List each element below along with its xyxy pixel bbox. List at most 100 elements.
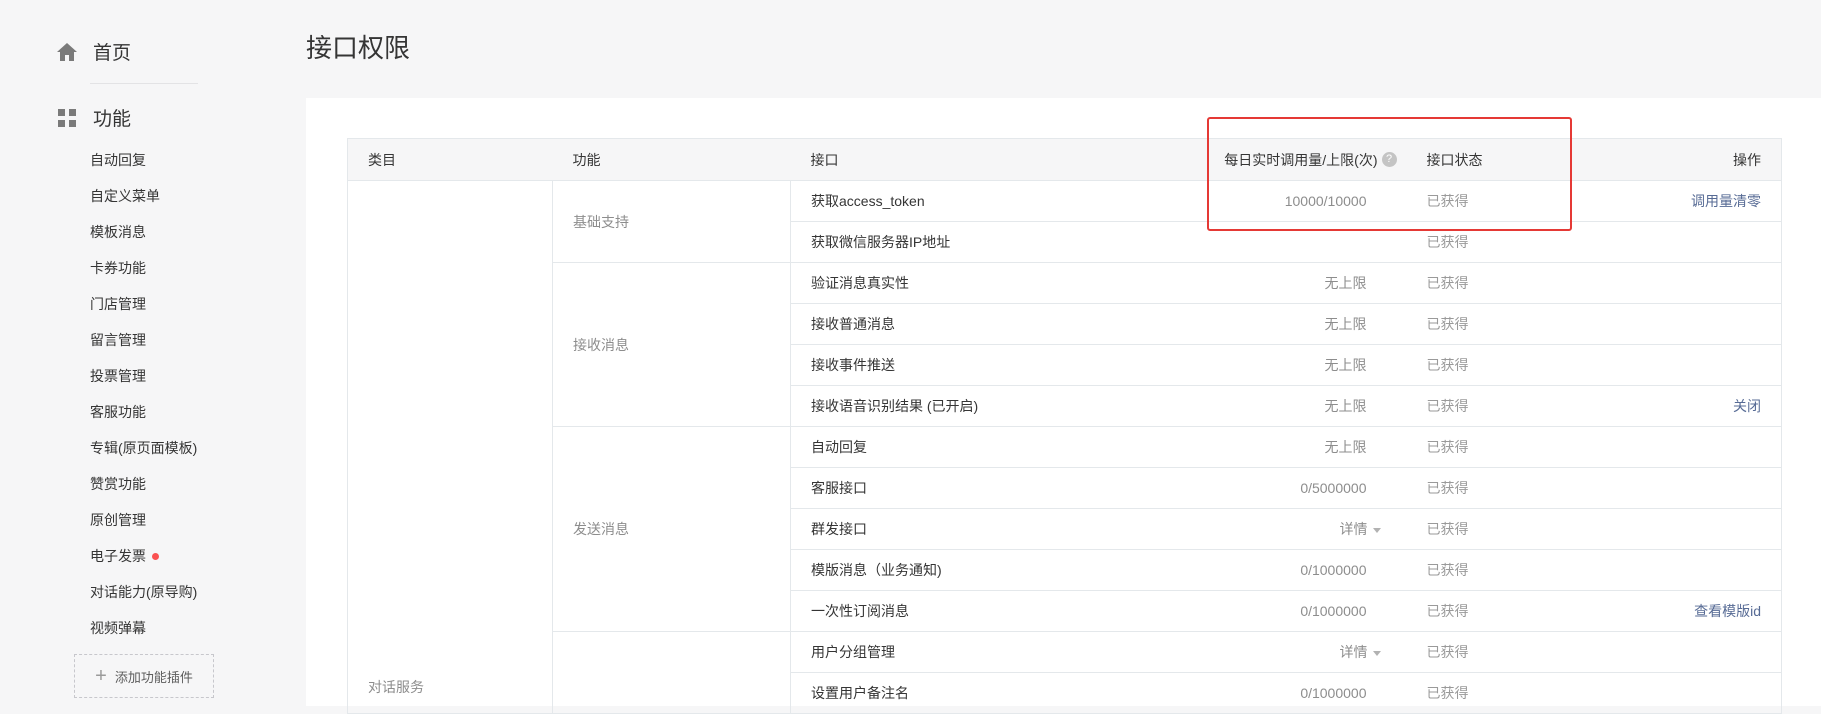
api-quota-details[interactable]: 详情 xyxy=(1200,631,1407,673)
api-quota: 10000/10000 xyxy=(1200,180,1407,222)
sidebar-item-original[interactable]: 原创管理 xyxy=(90,510,146,530)
api-quota: 0/1000000 xyxy=(1200,672,1407,714)
api-status: 已获得 xyxy=(1406,631,1616,673)
api-name: 获取微信服务器IP地址 xyxy=(790,221,1201,263)
api-status: 已获得 xyxy=(1406,590,1616,632)
op-cell xyxy=(1615,426,1782,468)
api-name: 自动回复 xyxy=(790,426,1201,468)
plus-icon: + xyxy=(95,665,107,687)
sidebar-item-custom-menu[interactable]: 自定义菜单 xyxy=(90,186,160,206)
api-status: 已获得 xyxy=(1406,303,1616,345)
op-cell: 查看模版id xyxy=(1615,590,1782,632)
api-quota: 无上限 xyxy=(1200,262,1407,304)
sidebar-item-video-danmaku[interactable]: 视频弹幕 xyxy=(90,618,146,638)
sidebar-item-comments[interactable]: 留言管理 xyxy=(90,330,146,350)
api-status: 已获得 xyxy=(1406,180,1616,222)
nav-features[interactable]: 功能 xyxy=(55,104,131,131)
view-template-id-link[interactable]: 查看模版id xyxy=(1694,603,1761,619)
api-quota xyxy=(1200,221,1407,263)
op-cell xyxy=(1615,672,1782,714)
api-quota: 无上限 xyxy=(1200,344,1407,386)
api-status: 已获得 xyxy=(1406,344,1616,386)
header-function: 功能 xyxy=(552,138,791,181)
sidebar-item-stores[interactable]: 门店管理 xyxy=(90,294,146,314)
group-basic: 基础支持 xyxy=(552,180,791,263)
op-cell: 关闭 xyxy=(1615,385,1782,427)
table-header-row: 类目 功能 接口 每日实时调用量/上限(次)? 接口状态 操作 xyxy=(347,138,1782,181)
header-status: 接口状态 xyxy=(1406,138,1616,181)
api-status: 已获得 xyxy=(1406,672,1616,714)
api-name: 获取access_token xyxy=(790,180,1201,222)
group-user-management xyxy=(552,631,791,714)
nav-features-label: 功能 xyxy=(93,109,132,130)
table-row: 对话服务 基础支持 获取access_token 10000/10000 已获得… xyxy=(347,180,1782,714)
sidebar: 首页 功能 自动回复 自定义菜单 模板消息 卡券功能 门店管理 留言管理 投票管… xyxy=(0,0,300,706)
header-quota-label: 每日实时调用量/上限(次) xyxy=(1224,151,1378,168)
api-name: 模版消息（业务通知) xyxy=(790,549,1201,591)
api-status: 已获得 xyxy=(1406,262,1616,304)
api-quota-details[interactable]: 详情 xyxy=(1200,508,1407,550)
op-cell xyxy=(1615,508,1782,550)
header-category: 类目 xyxy=(347,138,553,181)
op-cell xyxy=(1615,467,1782,509)
new-badge-dot xyxy=(152,552,159,560)
home-icon xyxy=(57,42,77,61)
sidebar-item-auto-reply[interactable]: 自动回复 xyxy=(90,150,146,170)
api-quota: 0/5000000 xyxy=(1200,467,1407,509)
api-quota: 无上限 xyxy=(1200,303,1407,345)
caret-down-icon xyxy=(1372,650,1381,656)
group-send: 发送消息 xyxy=(552,426,791,632)
category-cell: 对话服务 xyxy=(347,180,553,714)
sidebar-item-template-message[interactable]: 模板消息 xyxy=(90,222,146,242)
grid-icon xyxy=(58,108,76,127)
table-row: 发送消息 自动回复 无上限 已获得 xyxy=(348,426,1782,632)
help-icon[interactable]: ? xyxy=(1381,152,1397,168)
add-plugin-button[interactable]: + 添加功能插件 xyxy=(74,654,214,698)
api-name: 一次性订阅消息 xyxy=(790,590,1201,632)
api-quota: 0/1000000 xyxy=(1200,590,1407,632)
nav-divider xyxy=(90,83,198,84)
sidebar-item-reward[interactable]: 赞赏功能 xyxy=(90,474,146,494)
table-row: 接收消息 验证消息真实性 无上限 已获得 xyxy=(348,262,1782,427)
page-title: 接口权限 xyxy=(306,33,411,63)
api-permissions-table: 类目 功能 接口 每日实时调用量/上限(次)? 接口状态 操作 对话服务 基础支… xyxy=(347,138,1782,714)
api-status: 已获得 xyxy=(1406,385,1616,427)
reset-quota-link[interactable]: 调用量清零 xyxy=(1691,193,1761,209)
op-cell xyxy=(1615,262,1782,304)
op-cell xyxy=(1615,631,1782,673)
op-cell xyxy=(1615,221,1782,263)
op-cell: 调用量清零 xyxy=(1615,180,1782,222)
api-status: 已获得 xyxy=(1406,549,1616,591)
api-status: 已获得 xyxy=(1406,508,1616,550)
api-quota: 无上限 xyxy=(1200,426,1407,468)
op-cell xyxy=(1615,303,1782,345)
sidebar-item-coupons[interactable]: 卡券功能 xyxy=(90,258,146,278)
header-quota: 每日实时调用量/上限(次)? xyxy=(1200,138,1407,181)
sidebar-item-album[interactable]: 专辑(原页面模板) xyxy=(90,438,197,458)
nav-home-label: 首页 xyxy=(93,43,132,64)
nav-home[interactable]: 首页 xyxy=(55,38,131,65)
api-name: 用户分组管理 xyxy=(790,631,1201,673)
sidebar-item-votes[interactable]: 投票管理 xyxy=(90,366,146,386)
api-status: 已获得 xyxy=(1406,426,1616,468)
header-api: 接口 xyxy=(790,138,1201,181)
sidebar-item-dialog-ability[interactable]: 对话能力(原导购) xyxy=(90,582,197,602)
api-quota: 无上限 xyxy=(1200,385,1407,427)
api-name: 设置用户备注名 xyxy=(790,672,1201,714)
add-plugin-label: 添加功能插件 xyxy=(114,669,193,685)
api-name: 接收事件推送 xyxy=(790,344,1201,386)
caret-down-icon xyxy=(1372,527,1381,533)
op-cell xyxy=(1615,549,1782,591)
api-status: 已获得 xyxy=(1406,221,1616,263)
header-operation: 操作 xyxy=(1615,138,1782,181)
api-status: 已获得 xyxy=(1406,467,1616,509)
api-quota: 0/1000000 xyxy=(1200,549,1407,591)
api-name: 接收语音识别结果 (已开启) xyxy=(790,385,1201,427)
op-cell xyxy=(1615,344,1782,386)
close-link[interactable]: 关闭 xyxy=(1733,398,1761,414)
sidebar-item-customer-service[interactable]: 客服功能 xyxy=(90,402,146,422)
api-name: 客服接口 xyxy=(790,467,1201,509)
sidebar-item-e-invoice[interactable]: 电子发票 xyxy=(90,546,159,566)
sidebar-item-e-invoice-label: 电子发票 xyxy=(90,548,146,564)
table-row: 用户分组管理 详情 已获得 xyxy=(348,631,1782,714)
